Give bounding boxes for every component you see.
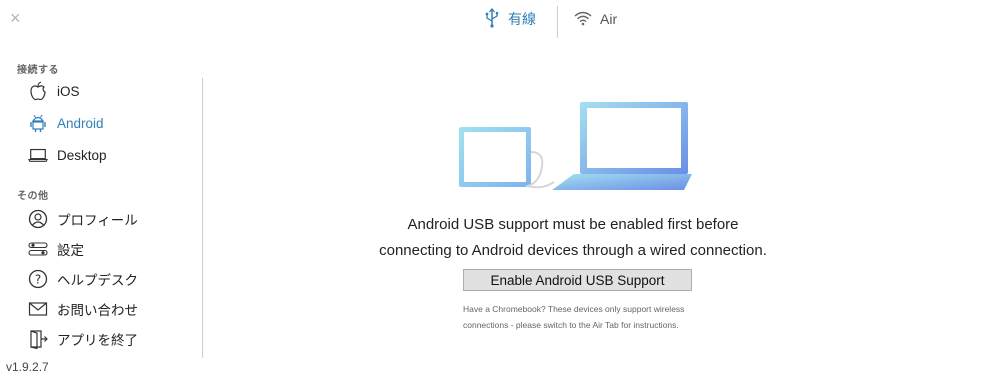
sidebar-item-label: Android <box>57 115 104 131</box>
usb-icon <box>484 7 500 31</box>
tab-divider <box>557 6 558 38</box>
sidebar-item-helpdesk[interactable]: ? ヘルプデスク <box>28 267 138 291</box>
version-label: v1.9.2.7 <box>6 360 49 374</box>
sidebar-item-label: Desktop <box>57 147 107 163</box>
sidebar-item-label: 設定 <box>57 243 84 258</box>
mail-icon <box>28 299 48 319</box>
sidebar-item-label: プロフィール <box>57 213 138 228</box>
connection-tabs: 有線 Air <box>0 0 984 38</box>
wifi-icon <box>574 10 592 29</box>
exit-icon <box>28 329 48 349</box>
chromebook-note-line2: connections - please switch to the Air T… <box>463 320 679 330</box>
sidebar-item-label: ヘルプデスク <box>57 273 138 288</box>
settings-icon <box>28 239 48 259</box>
sidebar-item-label: アプリを終了 <box>57 333 138 348</box>
svg-text:?: ? <box>35 273 41 287</box>
other-heading: その他 <box>17 191 49 202</box>
tab-wired[interactable]: 有線 <box>484 7 536 31</box>
connect-heading: 接続する <box>17 65 59 76</box>
help-icon: ? <box>28 269 48 289</box>
usb-message-line1: Android USB support must be enabled firs… <box>407 216 739 233</box>
usb-message-line2: connecting to Android devices through a … <box>379 242 767 259</box>
sidebar-item-label: お問い合わせ <box>57 303 138 318</box>
sidebar-item-contact[interactable]: お問い合わせ <box>28 297 138 321</box>
tab-air-label: Air <box>600 11 618 27</box>
sidebar-item-settings[interactable]: 設定 <box>28 237 84 261</box>
chromebook-note-line1: Have a Chromebook? These devices only su… <box>463 304 685 314</box>
sidebar-divider <box>202 78 203 358</box>
sidebar-item-desktop[interactable]: Desktop <box>28 143 107 167</box>
sidebar-item-label: iOS <box>57 83 80 99</box>
tab-air[interactable]: Air <box>574 8 617 30</box>
device-illustration <box>456 100 692 196</box>
tab-wired-label: 有線 <box>508 11 536 27</box>
sidebar-item-ios[interactable]: iOS <box>28 79 80 103</box>
android-icon <box>28 113 48 133</box>
laptop-icon <box>28 145 48 165</box>
profile-icon <box>28 209 48 229</box>
apple-icon <box>28 81 48 101</box>
sidebar-item-android[interactable]: Android <box>28 111 104 135</box>
enable-android-usb-button[interactable]: Enable Android USB Support <box>463 269 692 291</box>
sidebar-item-exit[interactable]: アプリを終了 <box>28 327 138 351</box>
sidebar-item-profile[interactable]: プロフィール <box>28 207 138 231</box>
